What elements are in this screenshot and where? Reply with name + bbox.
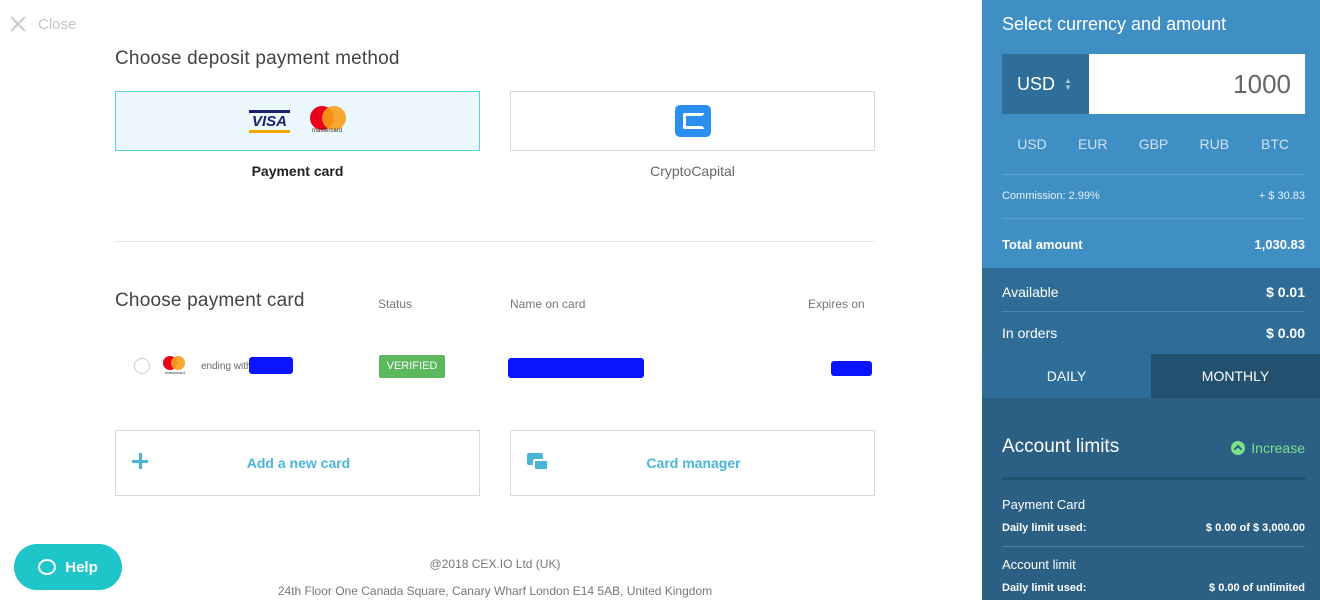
card-manager-button[interactable]: Card manager bbox=[510, 430, 875, 496]
cryptocapital-option[interactable] bbox=[510, 91, 875, 151]
close-label: Close bbox=[38, 15, 77, 33]
in-orders-label: In orders bbox=[1002, 325, 1058, 341]
increase-link[interactable]: Increase bbox=[1231, 440, 1305, 456]
redacted-card-number bbox=[249, 357, 293, 374]
limit-sub-label: Daily limit used: bbox=[1002, 582, 1087, 594]
tab-btc[interactable]: BTC bbox=[1245, 136, 1305, 152]
tab-monthly[interactable]: MONTHLY bbox=[1151, 354, 1320, 398]
currency-tabs: USD EUR GBP RUB BTC bbox=[1002, 136, 1305, 152]
sort-arrows-icon: ▲ ▼ bbox=[1064, 76, 1072, 92]
limit-name: Account limit bbox=[1002, 557, 1076, 572]
tab-rub[interactable]: RUB bbox=[1184, 136, 1244, 152]
currency-select-value: USD bbox=[1017, 74, 1056, 94]
card-ending-label: ending with bbox=[201, 361, 252, 372]
limit-sub-label: Daily limit used: bbox=[1002, 522, 1087, 534]
mastercard-icon-text: mastercard bbox=[164, 370, 185, 375]
section-divider bbox=[115, 241, 875, 242]
limit-value: $ 0.00 of $ 3,000.00 bbox=[1205, 522, 1305, 534]
help-label: Help bbox=[65, 558, 98, 576]
expires-column-header: Expires on bbox=[808, 297, 865, 311]
chat-bubble-icon bbox=[38, 559, 57, 575]
currency-select[interactable]: USD ▲ ▼ bbox=[1002, 54, 1089, 114]
status-column-header: Status bbox=[378, 297, 413, 311]
available-label: Available bbox=[1002, 284, 1059, 300]
balance-section: Available $ 0.01 In orders $ 0.00 bbox=[982, 268, 1320, 354]
total-label: Total amount bbox=[1002, 237, 1083, 252]
help-button[interactable]: Help bbox=[14, 544, 122, 590]
limits-section: Account limits Increase Payment Card Dai… bbox=[982, 398, 1320, 600]
panel-title: Select currency and amount bbox=[1002, 14, 1227, 34]
currency-panel: Select currency and amount USD ▲▼ USD EU… bbox=[982, 0, 1320, 600]
limit-value: $ 0.00 of unlimited bbox=[1209, 582, 1305, 594]
add-card-label: Add a new card bbox=[246, 455, 351, 471]
in-orders-value: $ 0.00 bbox=[1266, 325, 1305, 341]
period-tabs: DAILY MONTHLY bbox=[982, 354, 1320, 398]
footer-copyright: @2018 CEX.IO Ltd (UK) bbox=[429, 557, 561, 571]
limit-name: Payment Card bbox=[1002, 497, 1086, 512]
deposit-main: Choose deposit payment method VISA maste… bbox=[115, 0, 875, 600]
amount-box: USD ▲ ▼ bbox=[1002, 54, 1305, 114]
footer-address: 24th Floor One Canada Square, Canary Wha… bbox=[277, 584, 713, 598]
card-manager-label: Card manager bbox=[646, 455, 741, 471]
choose-card-title: Choose payment card bbox=[115, 290, 305, 311]
deposit-method-title: Choose deposit payment method bbox=[115, 48, 400, 69]
increase-label: Increase bbox=[1251, 440, 1305, 456]
panel-divider bbox=[1002, 174, 1305, 175]
commission-label: Commission: 2.99% bbox=[1002, 190, 1100, 202]
mastercard-logo-text: mastercard bbox=[311, 128, 342, 134]
close-button[interactable]: Close bbox=[8, 14, 76, 34]
total-value: 1,030.83 bbox=[1254, 237, 1305, 252]
panel-divider bbox=[1002, 218, 1305, 219]
tab-gbp[interactable]: GBP bbox=[1124, 136, 1184, 152]
limits-divider bbox=[1002, 477, 1305, 480]
cryptocapital-label: CryptoCapital bbox=[650, 163, 735, 179]
cryptocapital-icon bbox=[674, 105, 711, 137]
table-row[interactable]: mastercard ending with VERIFIED bbox=[115, 350, 875, 384]
tab-daily[interactable]: DAILY bbox=[982, 354, 1151, 398]
redacted-card-name bbox=[508, 358, 644, 378]
tab-eur[interactable]: EUR bbox=[1063, 136, 1123, 152]
payment-card-option[interactable]: VISA mastercard bbox=[115, 91, 480, 151]
limit-divider bbox=[1002, 546, 1305, 547]
mastercard-icon: mastercard bbox=[162, 356, 188, 376]
commission-value: + $ 30.83 bbox=[1258, 190, 1305, 202]
status-badge: VERIFIED bbox=[379, 355, 445, 378]
limits-title: Account limits bbox=[1002, 436, 1120, 457]
name-column-header: Name on card bbox=[510, 297, 586, 311]
tab-usd[interactable]: USD bbox=[1002, 136, 1062, 152]
mastercard-logo: mastercard bbox=[308, 106, 346, 136]
balance-divider bbox=[1002, 311, 1305, 312]
card-radio[interactable] bbox=[134, 358, 150, 374]
payment-card-label: Payment card bbox=[251, 163, 344, 179]
currency-section: Select currency and amount USD ▲▼ USD EU… bbox=[982, 0, 1320, 268]
add-card-button[interactable]: Add a new card bbox=[115, 430, 480, 496]
chevron-up-icon bbox=[1231, 441, 1246, 455]
amount-input[interactable] bbox=[1089, 54, 1305, 114]
close-icon bbox=[8, 14, 28, 34]
redacted-card-expiry bbox=[831, 361, 872, 376]
visa-logo: VISA bbox=[248, 109, 290, 133]
available-value: $ 0.01 bbox=[1266, 284, 1305, 300]
